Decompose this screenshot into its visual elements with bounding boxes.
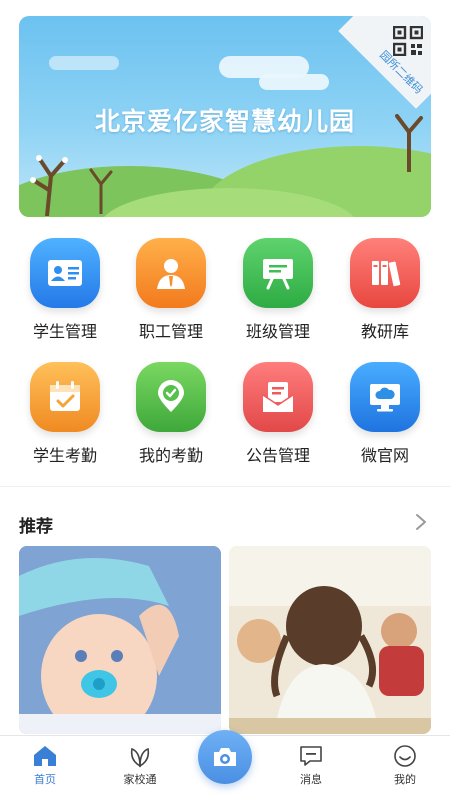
feature-label: 班级管理 — [245, 324, 310, 341]
cloud-decoration — [259, 74, 329, 90]
feature-class-management[interactable]: 班级管理 — [222, 238, 334, 342]
feature-label: 学生考勤 — [32, 448, 97, 465]
child-classroom-photo-image — [229, 546, 431, 734]
smile-face-icon — [394, 745, 416, 767]
camera-icon — [214, 748, 236, 766]
bottom-tab-bar: 首页 家校通 消息 我的 — [0, 730, 450, 800]
leaf-icon — [130, 747, 150, 768]
recommend-card-baby[interactable] — [19, 546, 221, 734]
notice-envelope-icon — [243, 362, 313, 432]
feature-my-attendance[interactable]: 我的考勤 — [115, 362, 227, 466]
tab-mine[interactable]: 我的 — [370, 744, 440, 787]
feature-staff-management[interactable]: 职工管理 — [115, 238, 227, 342]
camera-button[interactable] — [198, 730, 252, 784]
tab-messages[interactable]: 消息 — [276, 744, 346, 787]
location-check-icon — [136, 362, 206, 432]
books-icon — [350, 238, 420, 308]
feature-teaching-library[interactable]: 教研库 — [329, 238, 441, 342]
feature-label: 教研库 — [360, 324, 409, 341]
tab-school[interactable]: 家校通 — [105, 744, 175, 787]
tree-small-decoration — [89, 168, 113, 214]
staff-person-icon — [136, 238, 206, 308]
feature-student-management[interactable]: 学生管理 — [9, 238, 121, 342]
message-icon — [300, 746, 322, 766]
tab-label: 我的 — [394, 774, 416, 786]
feature-micro-website[interactable]: 微官网 — [329, 362, 441, 466]
feature-label: 公告管理 — [245, 448, 310, 465]
feature-notice-management[interactable]: 公告管理 — [222, 362, 334, 466]
cloud-decoration — [49, 56, 119, 70]
tab-label: 家校通 — [123, 774, 157, 786]
tab-home[interactable]: 首页 — [10, 744, 80, 787]
section-divider — [0, 486, 450, 487]
chevron-right-icon[interactable] — [414, 512, 428, 532]
calendar-check-icon — [30, 362, 100, 432]
recommend-title: 推荐 — [19, 517, 53, 536]
feature-label: 微官网 — [360, 448, 409, 465]
home-icon — [34, 746, 56, 766]
banner[interactable]: 北京爱亿家智慧幼儿园 园所二维码 — [19, 16, 431, 217]
tab-label: 消息 — [300, 774, 322, 786]
baby-photo-image — [19, 546, 221, 734]
class-board-icon — [243, 238, 313, 308]
feature-label: 学生管理 — [32, 324, 97, 341]
student-card-icon — [30, 238, 100, 308]
qr-code-icon[interactable] — [393, 26, 423, 56]
tab-label: 首页 — [34, 774, 56, 786]
feature-student-attendance[interactable]: 学生考勤 — [9, 362, 121, 466]
monitor-cloud-icon — [350, 362, 420, 432]
feature-label: 我的考勤 — [138, 448, 203, 465]
feature-label: 职工管理 — [138, 324, 203, 341]
banner-title: 北京爱亿家智慧幼儿园 — [94, 108, 355, 136]
recommend-card-child[interactable] — [229, 546, 431, 734]
